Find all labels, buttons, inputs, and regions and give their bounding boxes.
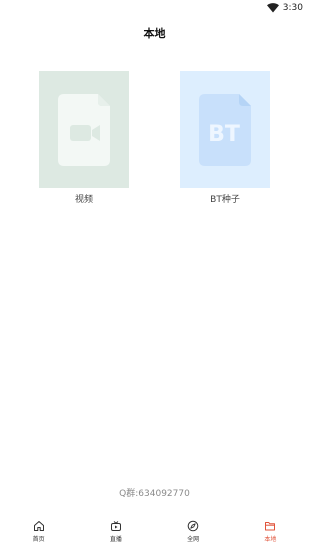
video-tile[interactable]: 视频 [39, 71, 129, 206]
nav-item-home[interactable]: 首页 [9, 520, 69, 544]
bt-tile-background: BT [180, 71, 270, 188]
tv-icon [110, 521, 121, 531]
video-tile-background [39, 71, 129, 188]
bt-file-icon: BT [199, 93, 251, 166]
nav-label-local: 本地 [264, 536, 277, 543]
nav-item-web[interactable]: 全网 [163, 520, 223, 544]
bt-tile-label: BT种子 [210, 195, 240, 205]
home-icon [33, 521, 44, 531]
nav-label-web: 全网 [187, 536, 200, 543]
compass-icon [187, 520, 199, 532]
qq-group-text: Q群:634092770 [119, 489, 190, 499]
nav-item-live[interactable]: 直播 [86, 520, 146, 544]
bt-tile[interactable]: BT BT种子 [180, 71, 270, 206]
status-bar: 3:30 [0, 0, 309, 18]
nav-item-local[interactable]: 本地 [240, 520, 300, 544]
status-time: 3:30 [282, 3, 303, 13]
wifi-icon [266, 3, 279, 13]
nav-label-home: 首页 [32, 536, 45, 543]
page-title: 本地 [143, 27, 166, 40]
bt-icon-text: BT [208, 122, 240, 147]
bottom-nav: 首页 直播 全网 本地 [0, 520, 309, 550]
status-right: 3:30 [266, 2, 303, 14]
screen: 3:30 本地 视频 BT BT种子 Q群:634092770 首页 直播 全网… [0, 0, 309, 550]
nav-label-live: 直播 [109, 536, 122, 543]
folder-icon [265, 522, 276, 531]
video-tile-label: 视频 [74, 195, 93, 205]
video-file-icon [58, 93, 110, 166]
